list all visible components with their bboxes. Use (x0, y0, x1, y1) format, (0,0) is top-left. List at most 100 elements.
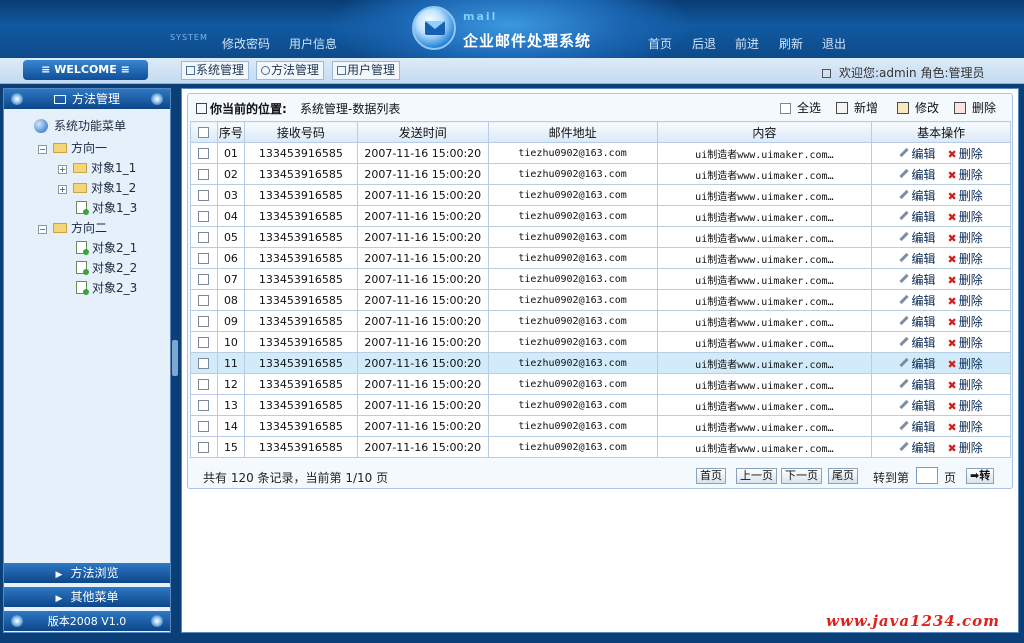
row-checkbox[interactable] (198, 399, 210, 411)
tree-item-1-3[interactable]: 对象1_3 (76, 199, 137, 216)
row-checkbox[interactable] (198, 420, 210, 432)
row-checkbox-cell[interactable] (190, 268, 218, 290)
row-checkbox[interactable] (198, 315, 210, 327)
row-delete-button[interactable]: ✖ 删除 (948, 229, 983, 246)
row-delete-button[interactable]: ✖ 删除 (948, 313, 983, 330)
table-row[interactable]: 11 133453916585 2007-11-16 15:00:20 tiezhu0… (190, 352, 1011, 374)
expand-icon[interactable]: + (58, 185, 67, 194)
tree-item-2-3[interactable]: 对象2_3 (76, 279, 137, 296)
row-delete-button[interactable]: ✖ 删除 (948, 145, 983, 162)
row-edit-button[interactable]: 编辑 (899, 187, 936, 204)
prev-page-button[interactable]: 上一页 (736, 468, 777, 484)
table-row[interactable]: 09 133453916585 2007-11-16 15:00:20 tiezhu0… (190, 310, 1011, 332)
row-delete-button[interactable]: ✖ 删除 (948, 187, 983, 204)
forward-link[interactable]: 前进 (735, 35, 759, 52)
expand-icon[interactable]: + (58, 165, 67, 174)
back-link[interactable]: 后退 (692, 35, 716, 52)
table-row[interactable]: 13 133453916585 2007-11-16 15:00:20 tiezhu0… (190, 394, 1011, 416)
row-checkbox[interactable] (198, 294, 210, 306)
refresh-link[interactable]: 刷新 (779, 35, 803, 52)
row-edit-button[interactable]: 编辑 (899, 376, 936, 393)
row-checkbox[interactable] (198, 252, 210, 264)
table-row[interactable]: 04 133453916585 2007-11-16 15:00:20 tiezhu0… (190, 205, 1011, 227)
edit-button[interactable]: 修改 (897, 99, 939, 116)
first-page-button[interactable]: 首页 (696, 468, 726, 484)
row-delete-button[interactable]: ✖ 删除 (948, 292, 983, 309)
row-checkbox[interactable] (198, 189, 210, 201)
row-checkbox[interactable] (198, 168, 210, 180)
row-checkbox-cell[interactable] (190, 436, 218, 458)
table-row[interactable]: 12 133453916585 2007-11-16 15:00:20 tiezhu0… (190, 373, 1011, 395)
row-edit-button[interactable]: 编辑 (899, 418, 936, 435)
row-checkbox-cell[interactable] (190, 331, 218, 353)
row-checkbox-cell[interactable] (190, 373, 218, 395)
add-button[interactable]: 新增 (836, 99, 878, 116)
row-edit-button[interactable]: 编辑 (899, 208, 936, 225)
sidebar-header-other-menu[interactable]: ▶ 其他菜单 (4, 587, 170, 607)
logout-link[interactable]: 退出 (822, 35, 846, 52)
table-row[interactable]: 05 133453916585 2007-11-16 15:00:20 tiezhu0… (190, 226, 1011, 248)
collapse-icon[interactable]: − (38, 145, 47, 154)
tree-item-2-1[interactable]: 对象2_1 (76, 239, 137, 256)
tab-system-manage[interactable]: 系统管理 (181, 61, 250, 80)
row-edit-button[interactable]: 编辑 (899, 292, 936, 309)
tab-method-manage[interactable]: 方法管理 (256, 61, 325, 80)
row-checkbox-cell[interactable] (190, 226, 218, 248)
row-delete-button[interactable]: ✖ 删除 (948, 334, 983, 351)
row-checkbox-cell[interactable] (190, 205, 218, 227)
row-checkbox-cell[interactable] (190, 163, 218, 185)
row-checkbox[interactable] (198, 147, 210, 159)
row-checkbox-cell[interactable] (190, 352, 218, 374)
sidebar-header-method-browse[interactable]: ▶ 方法浏览 (4, 563, 170, 583)
tree-group-2[interactable]: − 方向二 (38, 219, 107, 236)
tree-item-1-2[interactable]: + 对象1_2 (58, 179, 136, 196)
table-row[interactable]: 08 133453916585 2007-11-16 15:00:20 tiezhu0… (190, 289, 1011, 311)
row-checkbox[interactable] (198, 231, 210, 243)
table-row[interactable]: 10 133453916585 2007-11-16 15:00:20 tiezhu0… (190, 331, 1011, 353)
row-checkbox[interactable] (198, 273, 210, 285)
go-button[interactable]: ➡转 (966, 468, 995, 484)
table-row[interactable]: 02 133453916585 2007-11-16 15:00:20 tiezhu0… (190, 163, 1011, 185)
select-all-button[interactable]: 全选 (780, 99, 821, 116)
row-edit-button[interactable]: 编辑 (899, 229, 936, 246)
row-delete-button[interactable]: ✖ 删除 (948, 166, 983, 183)
tree-group-1[interactable]: − 方向一 (38, 139, 107, 156)
next-page-button[interactable]: 下一页 (781, 468, 822, 484)
row-checkbox-cell[interactable] (190, 289, 218, 311)
row-checkbox-cell[interactable] (190, 394, 218, 416)
row-checkbox-cell[interactable] (190, 415, 218, 437)
row-checkbox[interactable] (198, 441, 210, 453)
tree-item-2-2[interactable]: 对象2_2 (76, 259, 137, 276)
row-checkbox-cell[interactable] (190, 310, 218, 332)
header-checkbox[interactable] (198, 127, 210, 138)
last-page-button[interactable]: 尾页 (828, 468, 858, 484)
row-edit-button[interactable]: 编辑 (899, 166, 936, 183)
row-edit-button[interactable]: 编辑 (899, 334, 936, 351)
user-info-link[interactable]: 用户信息 (289, 35, 337, 52)
row-edit-button[interactable]: 编辑 (899, 313, 936, 330)
tree-item-1-1[interactable]: + 对象1_1 (58, 159, 136, 176)
row-edit-button[interactable]: 编辑 (899, 145, 936, 162)
sidebar-header-method-manage[interactable]: 方法管理 (4, 89, 170, 109)
row-checkbox[interactable] (198, 357, 210, 369)
delete-button[interactable]: 删除 (954, 99, 996, 116)
row-checkbox[interactable] (198, 210, 210, 222)
table-row[interactable]: 15 133453916585 2007-11-16 15:00:20 tiezhu0… (190, 436, 1011, 458)
table-row[interactable]: 03 133453916585 2007-11-16 15:00:20 tiezhu0… (190, 184, 1011, 206)
select-all-checkbox[interactable] (780, 103, 791, 114)
tab-user-manage[interactable]: 用户管理 (332, 61, 401, 80)
table-row[interactable]: 07 133453916585 2007-11-16 15:00:20 tiezhu0… (190, 268, 1011, 290)
row-edit-button[interactable]: 编辑 (899, 439, 936, 456)
sidebar-splitter[interactable] (172, 340, 178, 376)
row-delete-button[interactable]: ✖ 删除 (948, 439, 983, 456)
row-edit-button[interactable]: 编辑 (899, 397, 936, 414)
row-checkbox-cell[interactable] (190, 142, 218, 164)
row-checkbox[interactable] (198, 378, 210, 390)
row-checkbox-cell[interactable] (190, 184, 218, 206)
row-delete-button[interactable]: ✖ 删除 (948, 250, 983, 267)
row-delete-button[interactable]: ✖ 删除 (948, 208, 983, 225)
tree-root[interactable]: 系统功能菜单 (34, 117, 126, 134)
goto-page-input[interactable] (916, 467, 938, 484)
row-delete-button[interactable]: ✖ 删除 (948, 271, 983, 288)
table-row[interactable]: 01 133453916585 2007-11-16 15:00:20 tiezhu0… (190, 142, 1011, 164)
